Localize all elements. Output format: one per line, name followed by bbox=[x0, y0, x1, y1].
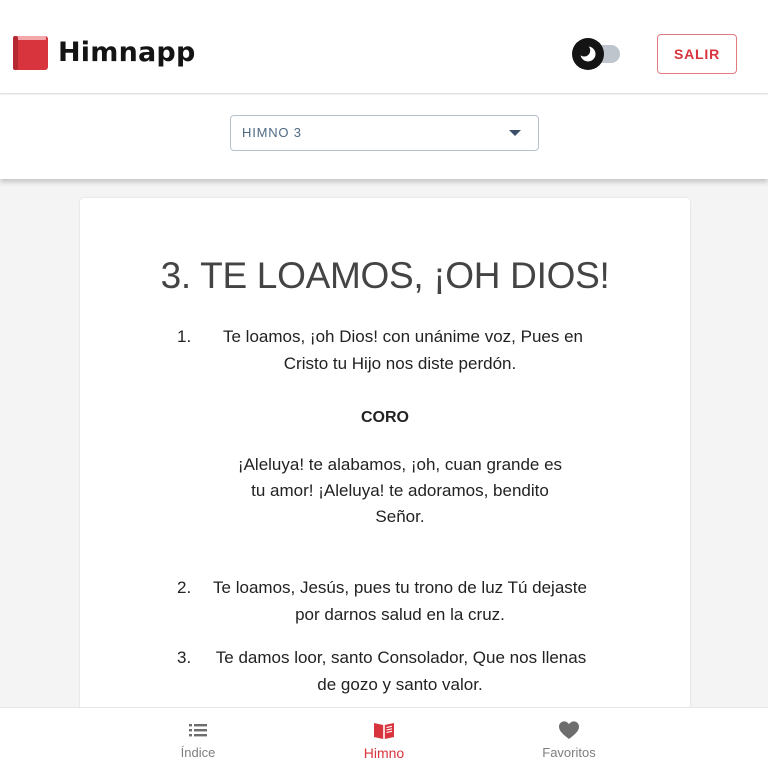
app-title: Himnapp bbox=[58, 36, 196, 68]
list-icon bbox=[189, 724, 207, 737]
verse-line: Cristo tu Hijo nos diste perdón. bbox=[283, 354, 517, 373]
toggle-knob bbox=[572, 38, 604, 70]
bottom-navigation: Índice Himno Favoritos bbox=[0, 707, 768, 768]
nav-item-himno[interactable]: Himno bbox=[304, 708, 464, 768]
chorus-line: Señor. bbox=[375, 507, 425, 526]
verse-line: Te loamos, ¡oh Dios! con unánime voz, Pu… bbox=[222, 327, 584, 346]
nav-item-indice[interactable]: Índice bbox=[118, 708, 278, 768]
heart-icon bbox=[559, 721, 579, 739]
nav-item-favoritos[interactable]: Favoritos bbox=[489, 708, 649, 768]
verse-line: Te damos loor, santo Consolador, Que nos… bbox=[215, 648, 587, 667]
verse-line: Te loamos, Jesús, pues tu trono de luz T… bbox=[213, 578, 587, 597]
nav-label: Himno bbox=[363, 745, 405, 761]
hymn-card: 3. TE LOAMOS, ¡OH DIOS! 1. Te loamos, ¡o… bbox=[80, 198, 690, 738]
nav-label: Índice bbox=[180, 745, 216, 760]
hymn-select-value: HIMNO 3 bbox=[242, 125, 302, 140]
caret-down-icon bbox=[509, 130, 521, 136]
moon-icon bbox=[578, 44, 596, 62]
chorus-label: CORO bbox=[361, 409, 409, 426]
nav-label: Favoritos bbox=[542, 745, 596, 760]
verse-number: 1. bbox=[177, 327, 192, 346]
hymn-selector-bar: HIMNO 3 bbox=[0, 95, 768, 179]
hymn-title: 3. TE LOAMOS, ¡OH DIOS! bbox=[160, 255, 610, 296]
theme-toggle[interactable] bbox=[572, 37, 624, 71]
verse-line: por darnos salud en la cruz. bbox=[295, 605, 505, 624]
app-logo[interactable]: Himnapp bbox=[12, 33, 195, 71]
logout-button[interactable]: SALIR bbox=[657, 34, 737, 74]
hymn-select[interactable]: HIMNO 3 bbox=[230, 115, 539, 151]
chorus-line: ¡Aleluya! te alabamos, ¡oh, cuan grande … bbox=[237, 455, 563, 474]
book-icon bbox=[374, 723, 394, 739]
verse-line: de gozo y santo valor. bbox=[317, 675, 483, 694]
chorus-line: tu amor! ¡Aleluya! te adoramos, bendito bbox=[251, 481, 549, 500]
book-logo-icon bbox=[13, 36, 48, 70]
verse-number: 3. bbox=[177, 648, 192, 667]
app-header: Himnapp SALIR bbox=[0, 0, 768, 94]
chorus-text: ¡Aleluya! te alabamos, ¡oh, cuan grande … bbox=[210, 452, 590, 530]
